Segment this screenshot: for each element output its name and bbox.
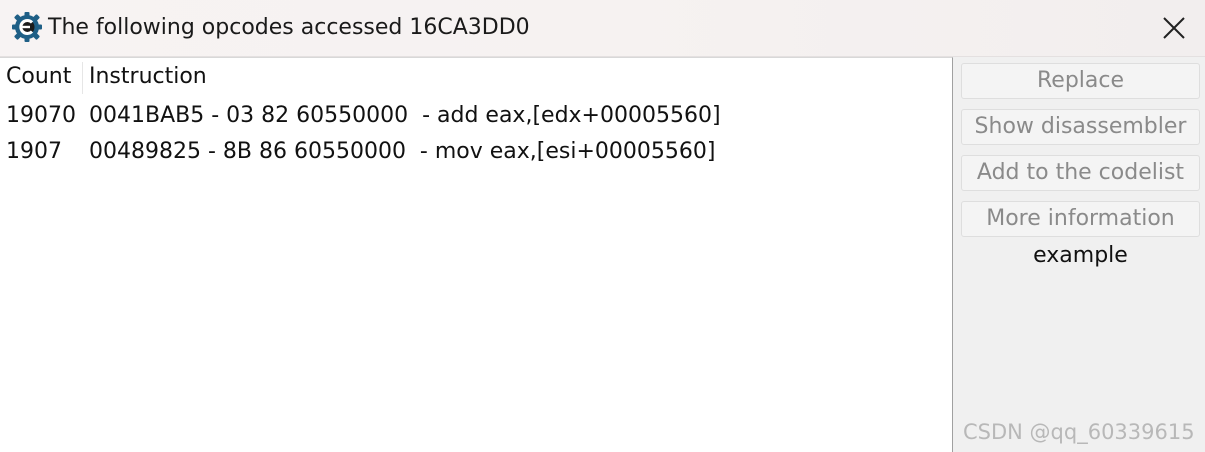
column-header-instruction[interactable]: Instruction — [89, 62, 207, 92]
more-information-button[interactable]: More information — [961, 201, 1200, 237]
list-header: Count Instruction — [0, 58, 952, 96]
row-instruction: 00489825 - 8B 86 60550000 - mov eax,[esi… — [89, 139, 716, 164]
column-header-count[interactable]: Count — [6, 62, 71, 92]
watermark: CSDN @qq_60339615 — [963, 420, 1195, 444]
title-bar[interactable]: The following opcodes accessed 16CA3DD0 — [0, 0, 1205, 57]
list-row[interactable]: 19070 0041BAB5 - 03 82 60550000 - add ea… — [0, 98, 952, 134]
close-button[interactable] — [1148, 6, 1200, 50]
row-count: 1907 — [6, 139, 62, 164]
window-title: The following opcodes accessed 16CA3DD0 — [48, 15, 530, 40]
column-divider[interactable] — [82, 62, 83, 94]
row-count: 19070 — [6, 103, 76, 128]
opcodes-window: The following opcodes accessed 16CA3DD0 … — [0, 0, 1205, 452]
opcodes-list[interactable]: Count Instruction 19070 0041BAB5 - 03 82… — [0, 57, 953, 452]
close-icon — [1163, 17, 1185, 39]
cheat-engine-icon — [12, 12, 42, 42]
action-panel: Replace Show disassembler Add to the cod… — [955, 57, 1205, 451]
replace-button[interactable]: Replace — [961, 63, 1200, 99]
example-label: example — [1033, 243, 1128, 268]
list-row[interactable]: 1907 00489825 - 8B 86 60550000 - mov eax… — [0, 134, 952, 170]
show-disassembler-button[interactable]: Show disassembler — [961, 109, 1200, 145]
row-instruction: 0041BAB5 - 03 82 60550000 - add eax,[edx… — [89, 103, 721, 128]
add-to-codelist-button[interactable]: Add to the codelist — [961, 155, 1200, 191]
